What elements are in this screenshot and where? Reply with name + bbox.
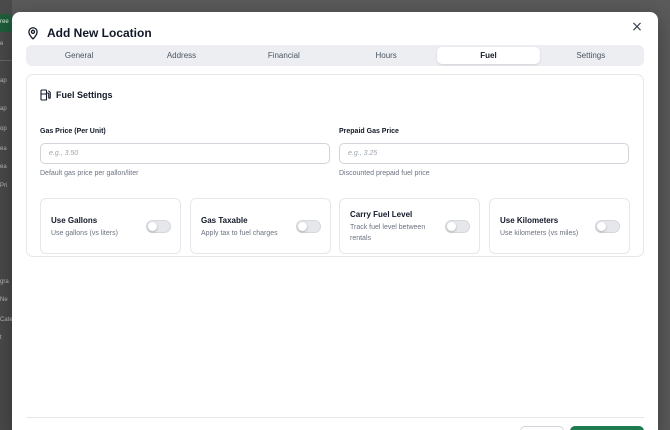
prepaid-gas-price-field-group: Prepaid Gas Price Discounted prepaid fue… xyxy=(339,128,629,177)
tab-general[interactable]: General xyxy=(28,47,130,64)
use-gallons-toggle[interactable] xyxy=(146,220,171,233)
section-header: Fuel Settings xyxy=(40,89,113,101)
tab-bar: General Address Financial Hours Fuel Set… xyxy=(26,45,644,66)
toggle-knob xyxy=(597,222,606,231)
background-text: gra xyxy=(0,279,9,285)
use-kilometers-option: Use Kilometers Use kilometers (vs miles) xyxy=(489,198,630,254)
save-location-button[interactable] xyxy=(570,426,644,430)
add-location-modal: Add New Location × General Address Finan… xyxy=(12,12,658,430)
modal-header: Add New Location × xyxy=(26,20,644,44)
background-text: Pri xyxy=(0,183,8,189)
map-pin-icon xyxy=(26,26,40,40)
tab-financial[interactable]: Financial xyxy=(233,47,335,64)
background-app-sidebar: ree e ap ap op ea ea Pri gra Ne Cate t xyxy=(0,0,12,430)
fuel-settings-card: Fuel Settings Gas Price (Per Unit) Defau… xyxy=(26,74,644,257)
background-text: ree xyxy=(0,19,9,25)
prepaid-gas-price-help: Discounted prepaid fuel price xyxy=(339,170,430,177)
toggle-knob xyxy=(447,222,456,231)
carry-fuel-level-toggle[interactable] xyxy=(445,220,470,233)
background-text: ap xyxy=(0,78,7,84)
use-kilometers-title: Use Kilometers xyxy=(500,215,559,225)
prepaid-gas-price-input[interactable] xyxy=(339,143,629,164)
tab-settings[interactable]: Settings xyxy=(540,47,642,64)
background-text: ap xyxy=(0,106,7,112)
gas-taxable-title: Gas Taxable xyxy=(201,215,248,225)
gas-price-field-group: Gas Price (Per Unit) Default gas price p… xyxy=(40,128,330,177)
background-text: Ne xyxy=(0,297,8,303)
prepaid-gas-price-label: Prepaid Gas Price xyxy=(339,128,399,135)
gas-price-input[interactable] xyxy=(40,143,330,164)
use-gallons-title: Use Gallons xyxy=(51,215,98,225)
use-kilometers-toggle[interactable] xyxy=(595,220,620,233)
carry-fuel-level-title: Carry Fuel Level xyxy=(350,210,413,219)
background-text: t xyxy=(0,335,2,341)
background-text: ea xyxy=(0,146,7,152)
tab-fuel[interactable]: Fuel xyxy=(437,47,540,64)
background-right-strip xyxy=(658,0,670,430)
gas-taxable-toggle[interactable] xyxy=(296,220,321,233)
tab-address[interactable]: Address xyxy=(130,47,232,64)
gas-taxable-option: Gas Taxable Apply tax to fuel charges xyxy=(190,198,331,254)
fuel-pump-icon xyxy=(40,89,51,101)
carry-fuel-level-description: Track fuel level between rentals xyxy=(350,224,426,242)
use-gallons-description: Use gallons (vs liters) xyxy=(51,229,118,237)
gas-price-label: Gas Price (Per Unit) xyxy=(40,128,106,135)
gas-taxable-description: Apply tax to fuel charges xyxy=(201,229,278,237)
use-kilometers-description: Use kilometers (vs miles) xyxy=(500,229,579,237)
background-text: e xyxy=(0,41,4,47)
modal-title: Add New Location xyxy=(47,26,152,40)
carry-fuel-level-option: Carry Fuel Level Track fuel level betwee… xyxy=(339,198,480,254)
tab-hours[interactable]: Hours xyxy=(335,47,437,64)
background-divider xyxy=(0,60,12,61)
toggle-knob xyxy=(298,222,307,231)
footer-divider xyxy=(26,417,644,418)
section-title: Fuel Settings xyxy=(56,90,113,100)
gas-price-help: Default gas price per gallon/liter xyxy=(40,170,139,177)
toggle-knob xyxy=(148,222,157,231)
use-gallons-option: Use Gallons Use gallons (vs liters) xyxy=(40,198,181,254)
cancel-button[interactable] xyxy=(520,426,564,430)
close-icon[interactable]: × xyxy=(630,20,644,34)
background-text: ea xyxy=(0,164,7,170)
background-text: Cate xyxy=(0,317,12,323)
background-text: op xyxy=(0,126,7,132)
